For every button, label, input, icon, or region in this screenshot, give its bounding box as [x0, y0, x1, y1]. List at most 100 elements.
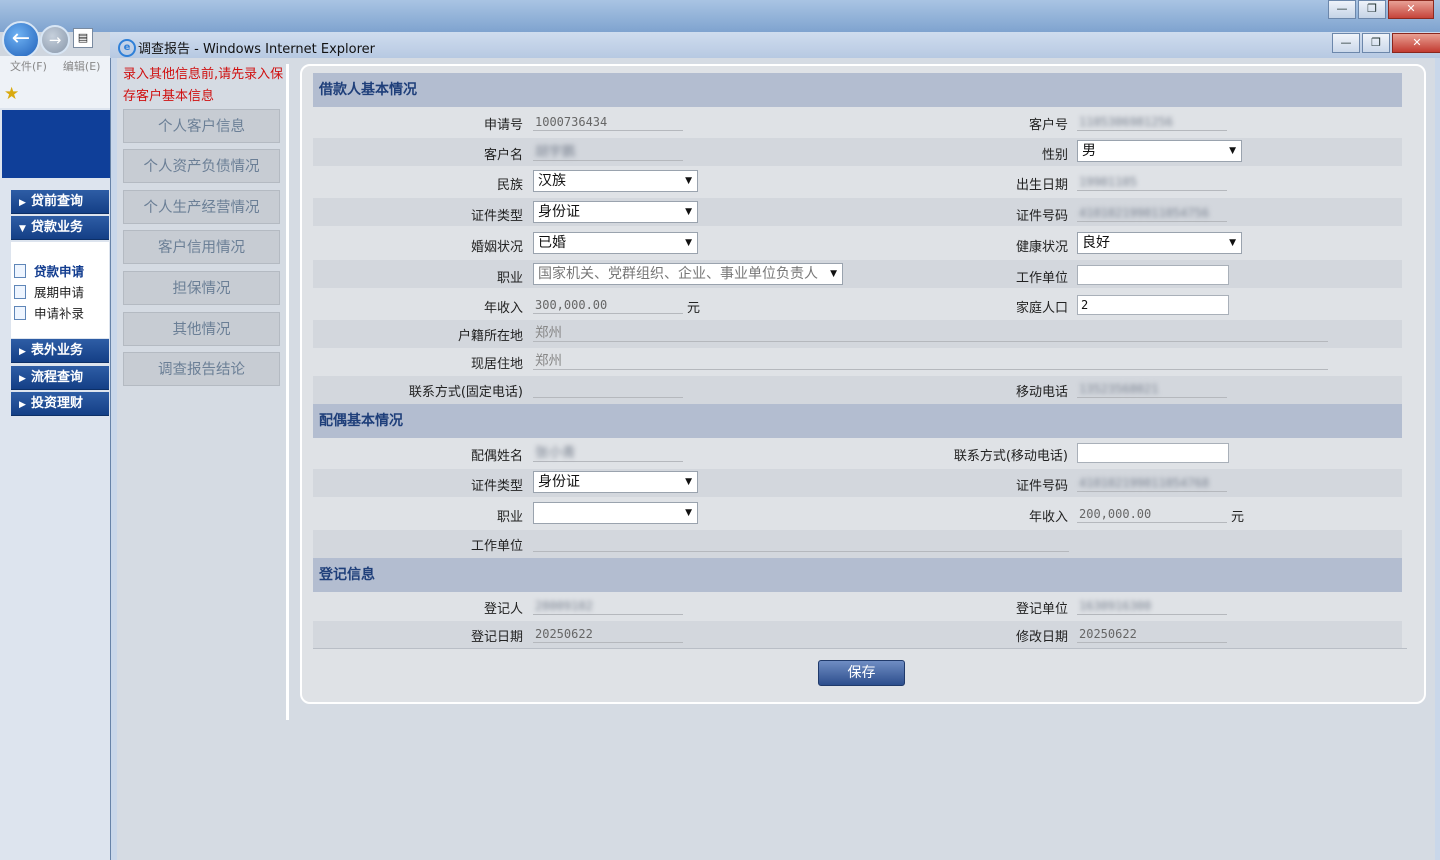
tab-other[interactable]: 其他情况 — [123, 312, 280, 346]
label-job: 职业 — [496, 271, 523, 286]
label-birth: 出生日期 — [1015, 178, 1068, 193]
spouse-id-type-select[interactable]: 身份证 ▼ — [533, 471, 698, 493]
tab-personal-info[interactable]: 个人客户信息 — [123, 109, 280, 143]
nav-head-loan-query[interactable]: ▶ 贷前查询 — [11, 190, 109, 214]
minimize-icon[interactable]: — — [1332, 33, 1360, 53]
close-icon[interactable]: ✕ — [1388, 0, 1434, 19]
ethnic-select[interactable]: 汉族 ▼ — [533, 170, 698, 192]
nav-item-loan-apply[interactable]: 贷款申请 — [14, 261, 84, 280]
id-no-value: 410102199011054756 — [1077, 204, 1227, 222]
spouse-employer-value — [533, 534, 1069, 552]
register-unit-value: 1630916300 — [1077, 597, 1227, 615]
family-input[interactable]: 2 — [1077, 295, 1229, 315]
nav-head-process-query[interactable]: ▶ 流程查询 — [11, 366, 109, 390]
page-icon: ▤ — [73, 28, 93, 48]
job-select[interactable]: 国家机关、党群组织、企业、事业单位负责人 ▼ — [533, 263, 843, 285]
section-register: 登记信息 — [313, 558, 1402, 592]
label-health: 健康状况 — [1015, 240, 1068, 255]
spouse-contact-input[interactable] — [1077, 443, 1229, 463]
nav-head-investment[interactable]: ▶ 投资理财 — [11, 392, 109, 416]
label-residence: 现居住地 — [470, 357, 523, 372]
label-household: 户籍所在地 — [457, 329, 523, 344]
favorites-star-icon[interactable]: ★ — [4, 84, 19, 104]
nav-item-extension-apply[interactable]: 展期申请 — [14, 282, 84, 301]
health-select[interactable]: 良好 ▼ — [1077, 232, 1242, 254]
tab-assets-liabilities[interactable]: 个人资产负债情况 — [123, 149, 280, 183]
caret-right-icon: ▶ — [19, 400, 26, 410]
spouse-income-unit: 元 — [1231, 510, 1245, 525]
tab-business-operation[interactable]: 个人生产经营情况 — [123, 190, 280, 224]
minimize-icon[interactable]: — — [1328, 0, 1356, 19]
outer-window-controls: — ❐ ✕ — [1328, 0, 1434, 19]
caret-right-icon: ▶ — [19, 347, 26, 357]
nav-head-loan-business[interactable]: ▼ 贷款业务 — [11, 216, 109, 240]
label-family: 家庭人口 — [1015, 301, 1068, 316]
modify-date-value: 20250622 — [1077, 625, 1227, 643]
dropdown-arrow-icon: ▼ — [830, 269, 837, 279]
label-id-no: 证件号码 — [1015, 209, 1068, 224]
document-icon — [14, 285, 26, 299]
caret-down-icon: ▼ — [19, 224, 26, 234]
close-icon[interactable]: ✕ — [1392, 33, 1440, 53]
dropdown-arrow-icon: ▼ — [685, 508, 692, 518]
dropdown-arrow-icon: ▼ — [685, 238, 692, 248]
label-register-unit: 登记单位 — [1015, 602, 1068, 617]
ie-window-title: 调查报告 - Windows Internet Explorer — [138, 42, 375, 57]
label-income: 年收入 — [483, 301, 523, 316]
menu-edit[interactable]: 编辑(E) — [63, 56, 101, 80]
label-spouse-id-type: 证件类型 — [470, 479, 523, 494]
section-borrower: 借款人基本情况 — [313, 73, 1402, 107]
splitter[interactable] — [286, 64, 289, 720]
nav-item-supplement[interactable]: 申请补录 — [14, 303, 84, 322]
label-spouse-job: 职业 — [496, 510, 523, 525]
menu-file[interactable]: 文件(F) — [10, 56, 47, 80]
employer-input[interactable] — [1077, 265, 1229, 285]
spouse-income-value: 200,000.00 — [1077, 505, 1227, 523]
income-value: 300,000.00 — [533, 296, 683, 314]
forward-arrow-icon[interactable]: → — [40, 25, 70, 55]
save-button[interactable]: 保存 — [818, 660, 905, 686]
register-date-value: 20250622 — [533, 625, 683, 643]
spouse-job-select[interactable]: ▼ — [533, 502, 698, 524]
residence-value: 郑州 — [533, 352, 1328, 370]
label-spouse-employer: 工作单位 — [470, 539, 523, 554]
restore-icon[interactable]: ❐ — [1362, 33, 1390, 53]
household-value: 郑州 — [533, 324, 1328, 342]
register-person-value: 28009102 — [533, 597, 683, 615]
tab-credit[interactable]: 客户信用情况 — [123, 230, 280, 264]
tab-conclusion[interactable]: 调查报告结论 — [123, 352, 280, 386]
label-employer: 工作单位 — [1015, 271, 1068, 286]
back-arrow-icon[interactable]: ← — [2, 21, 40, 59]
dropdown-arrow-icon: ▼ — [685, 477, 692, 487]
label-cust-name: 客户名 — [483, 148, 523, 163]
tab-guarantee[interactable]: 担保情况 — [123, 271, 280, 305]
dropdown-arrow-icon: ▼ — [1229, 146, 1236, 156]
spouse-name-value: 张小青 — [533, 444, 683, 462]
notice-text: 录入其他信息前,请先录入保存客户基本信息 — [123, 67, 284, 104]
label-marital: 婚姻状况 — [470, 240, 523, 255]
ie-window-controls: — ❐ ✕ — [1332, 33, 1440, 53]
label-modify-date: 修改日期 — [1015, 630, 1068, 645]
ie-logo-icon: e — [118, 39, 136, 57]
outer-menubar: 文件(F) 编辑(E) — [0, 56, 112, 80]
caret-right-icon: ▶ — [19, 374, 26, 384]
label-register-person: 登记人 — [483, 602, 523, 617]
nav-head-off-balance[interactable]: ▶ 表外业务 — [11, 339, 109, 363]
label-spouse-contact: 联系方式(移动电话) — [953, 449, 1068, 464]
outer-titlebar — [0, 0, 1440, 32]
gender-select[interactable]: 男 ▼ — [1077, 140, 1242, 162]
cust-name-value: 胡宇鹏 — [533, 143, 683, 161]
caret-right-icon: ▶ — [19, 198, 26, 208]
marital-select[interactable]: 已婚 ▼ — [533, 232, 698, 254]
restore-icon[interactable]: ❐ — [1358, 0, 1386, 19]
section-spouse: 配偶基本情况 — [313, 404, 1402, 438]
dropdown-arrow-icon: ▼ — [685, 207, 692, 217]
form-divider — [313, 648, 1407, 649]
income-unit: 元 — [687, 301, 701, 316]
mobile-value: 13523568021 — [1077, 380, 1227, 398]
dropdown-arrow-icon: ▼ — [685, 176, 692, 186]
birth-value: 19901105 — [1077, 173, 1227, 191]
label-register-date: 登记日期 — [470, 630, 523, 645]
id-type-select[interactable]: 身份证 ▼ — [533, 201, 698, 223]
document-icon — [14, 306, 26, 320]
